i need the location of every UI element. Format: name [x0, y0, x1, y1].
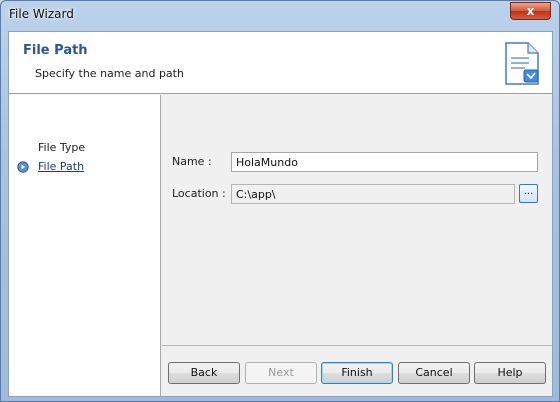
page-subtitle: Specify the name and path — [35, 67, 184, 80]
cancel-button[interactable]: Cancel — [398, 362, 470, 384]
current-step-icon — [17, 161, 29, 173]
next-button[interactable]: Next — [245, 362, 317, 384]
window-title: File Wizard — [9, 7, 74, 21]
file-wizard-window: File Wizard x File Path Specify the name… — [0, 0, 560, 402]
title-bar[interactable]: File Wizard x — [1, 1, 559, 29]
browse-label: ... — [523, 186, 534, 197]
document-icon — [505, 42, 539, 85]
location-field[interactable] — [231, 184, 515, 204]
wizard-steps-pane: File Type File Path — [9, 95, 161, 396]
help-button[interactable]: Help — [474, 362, 546, 384]
close-button[interactable]: x — [510, 2, 551, 20]
wizard-header: File Path Specify the name and path — [9, 32, 552, 94]
name-label: Name : — [172, 155, 212, 168]
name-field[interactable] — [231, 152, 538, 172]
wizard-content: Name : Location : ... — [162, 95, 552, 345]
button-bar: Back Next Finish Cancel Help — [162, 345, 552, 396]
page-title: File Path — [23, 43, 88, 58]
finish-button[interactable]: Finish — [321, 362, 393, 384]
nav-item-file-path[interactable]: File Path — [38, 160, 84, 173]
nav-item-file-type[interactable]: File Type — [38, 141, 85, 154]
close-icon: x — [526, 4, 535, 18]
back-button[interactable]: Back — [168, 362, 240, 384]
wizard-body: File Path Specify the name and path File… — [8, 31, 553, 397]
location-label: Location : — [172, 187, 226, 200]
browse-button[interactable]: ... — [519, 184, 538, 203]
